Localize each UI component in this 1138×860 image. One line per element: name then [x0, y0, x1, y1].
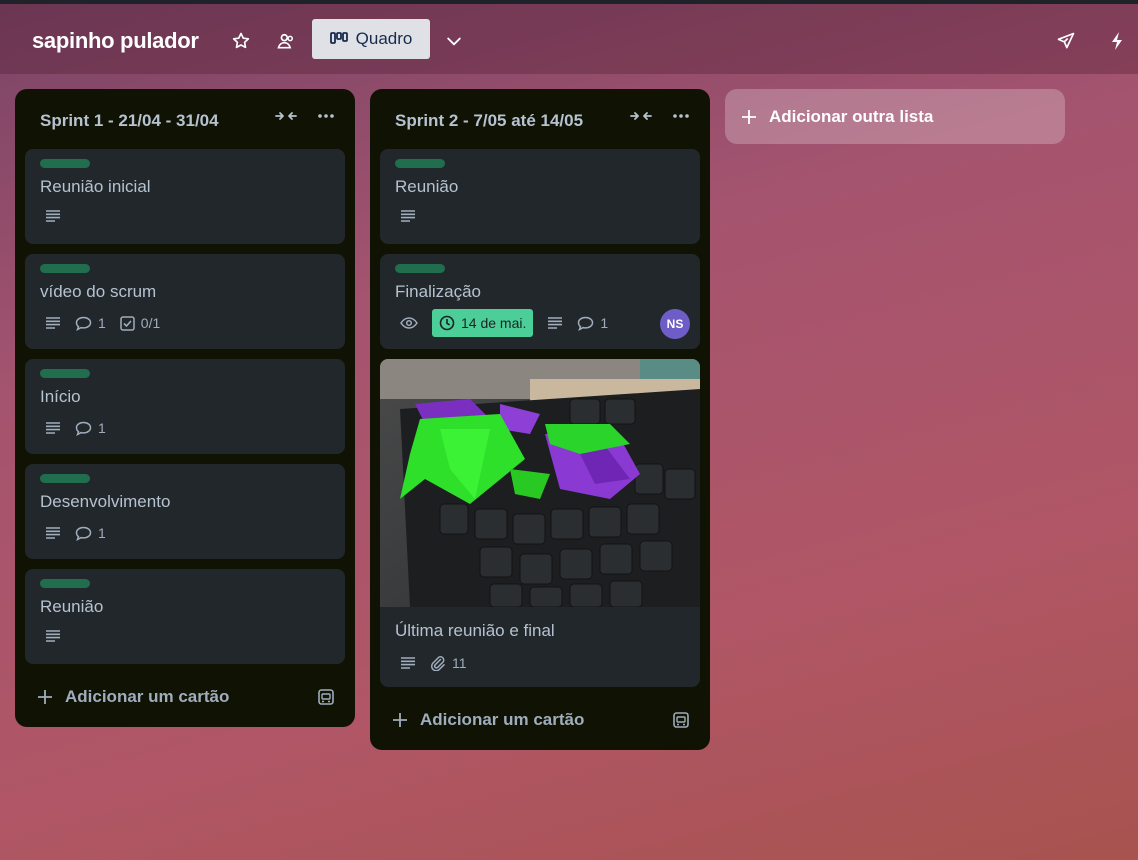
- more-options-icon[interactable]: [672, 113, 690, 119]
- card-label-green[interactable]: [40, 474, 90, 483]
- card-title: Início: [40, 387, 81, 406]
- card-desenvolvimento[interactable]: Desenvolvimento 1: [25, 464, 345, 559]
- star-icon[interactable]: [225, 25, 257, 57]
- comments-badge: 1: [75, 315, 106, 331]
- list-sprint-2: Sprint 2 - 7/05 até 14/05 Reunião Finali…: [370, 89, 710, 750]
- comments-count: 1: [98, 315, 106, 331]
- list-sprint-1: Sprint 1 - 21/04 - 31/04 Reunião inicial…: [15, 89, 355, 727]
- card-title: Reunião inicial: [40, 177, 151, 196]
- card-ultima-reuniao[interactable]: Última reunião e final 11: [380, 359, 700, 687]
- description-icon: [400, 210, 416, 222]
- add-list-button[interactable]: Adicionar outra lista: [725, 89, 1065, 144]
- card-cover-image: [380, 359, 700, 607]
- card-title: Reunião: [395, 177, 459, 196]
- card-label-green[interactable]: [40, 579, 90, 588]
- list-title[interactable]: Sprint 2 - 7/05 até 14/05: [395, 111, 583, 131]
- comments-count: 1: [98, 525, 106, 541]
- card-label-green[interactable]: [395, 159, 445, 168]
- add-card-button[interactable]: Adicionar um cartão: [37, 687, 229, 707]
- board-view-button[interactable]: Quadro: [312, 19, 430, 59]
- card-title: Última reunião e final: [395, 621, 555, 640]
- comments-count: 1: [98, 420, 106, 436]
- workspace-visibility-icon[interactable]: [270, 25, 302, 57]
- comments-badge: 1: [75, 525, 106, 541]
- list-title[interactable]: Sprint 1 - 21/04 - 31/04: [40, 111, 219, 131]
- description-icon: [45, 210, 61, 222]
- power-ups-rocket-icon[interactable]: [1050, 25, 1082, 57]
- chevron-down-icon[interactable]: [438, 25, 470, 57]
- plus-icon: [742, 109, 756, 124]
- card-finalizacao[interactable]: Finalização 14 de mai. 1 NS: [380, 254, 700, 349]
- collapse-list-icon[interactable]: [275, 109, 297, 123]
- comments-badge: 1: [75, 420, 106, 436]
- card-label-green[interactable]: [40, 159, 90, 168]
- checklist-count: 0/1: [140, 315, 161, 331]
- description-icon: [45, 630, 61, 642]
- card-template-icon[interactable]: [672, 711, 690, 729]
- card-reuniao[interactable]: Reunião: [380, 149, 700, 244]
- card-reuniao[interactable]: Reunião: [25, 569, 345, 664]
- plus-icon: [393, 713, 407, 727]
- checklist-icon: [120, 315, 135, 331]
- card-label-green[interactable]: [395, 264, 445, 273]
- card-title: Finalização: [395, 282, 481, 301]
- card-title: vídeo do scrum: [40, 282, 157, 301]
- description-icon: [400, 657, 416, 669]
- comment-icon: [75, 316, 92, 331]
- card-title: Reunião: [40, 597, 104, 616]
- watch-eye-icon: [400, 317, 418, 329]
- description-icon: [45, 317, 61, 329]
- board-view-icon: [329, 32, 348, 46]
- card-reuniao-inicial[interactable]: Reunião inicial: [25, 149, 345, 244]
- comments-count: 1: [600, 315, 609, 331]
- checklist-badge: 0/1: [120, 315, 160, 331]
- add-card-button[interactable]: Adicionar um cartão: [392, 710, 584, 730]
- comment-icon: [75, 421, 92, 436]
- card-video-scrum[interactable]: vídeo do scrum 1 0/1: [25, 254, 345, 349]
- due-date-badge[interactable]: 14 de mai.: [432, 309, 534, 337]
- add-card-label: Adicionar um cartão: [420, 710, 585, 729]
- description-icon: [547, 317, 563, 329]
- attachments-count: 11: [452, 655, 467, 671]
- attachments-badge: 11: [430, 655, 467, 671]
- comments-badge: 1: [577, 315, 608, 331]
- comment-icon: [578, 316, 594, 331]
- description-icon: [45, 527, 61, 539]
- card-label-green[interactable]: [40, 369, 90, 378]
- plus-icon: [38, 690, 52, 704]
- card-template-icon[interactable]: [317, 688, 335, 706]
- board-view-label: Quadro: [355, 29, 413, 48]
- card-title: Desenvolvimento: [40, 492, 171, 511]
- clock-icon: [439, 315, 455, 331]
- description-icon: [45, 422, 61, 434]
- comment-icon: [75, 526, 92, 541]
- more-options-icon[interactable]: [317, 113, 335, 119]
- add-list-label: Adicionar outra lista: [769, 106, 934, 126]
- due-date-text: 14 de mai.: [461, 315, 527, 331]
- board-title[interactable]: sapinho pulador: [32, 28, 199, 54]
- paperclip-icon: [430, 656, 445, 671]
- collapse-list-icon[interactable]: [630, 109, 652, 123]
- card-inicio[interactable]: Início 1: [25, 359, 345, 454]
- add-card-label: Adicionar um cartão: [65, 687, 230, 706]
- automation-bolt-icon[interactable]: [1101, 25, 1133, 57]
- board-header: sapinho pulador Quadro: [0, 4, 1138, 74]
- member-avatar[interactable]: NS: [660, 309, 690, 339]
- card-label-green[interactable]: [40, 264, 90, 273]
